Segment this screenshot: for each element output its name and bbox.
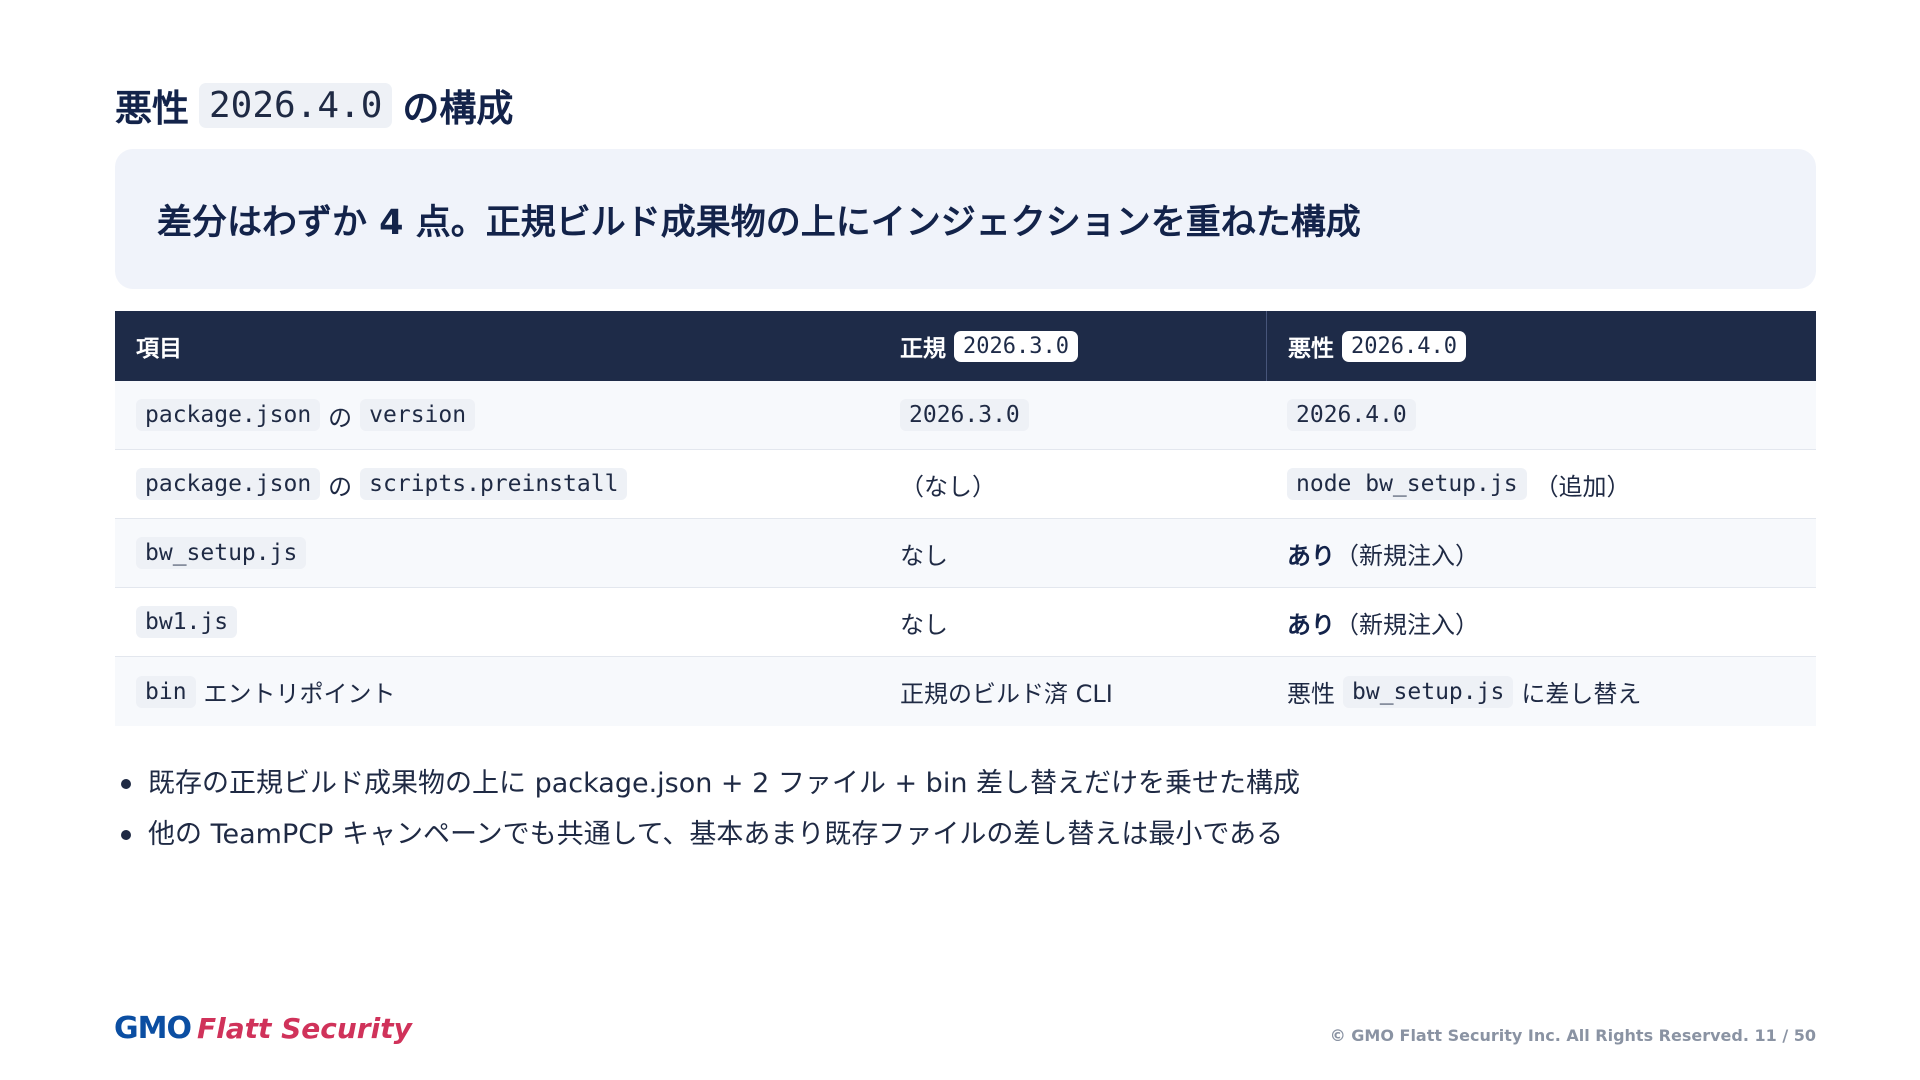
bullet-dot-icon (121, 829, 131, 840)
cell-text: （なし） (900, 472, 996, 501)
cell-legit: なし (900, 588, 1266, 656)
table-header: 項目 正規 2026.3.0 悪性 2026.4.0 (115, 311, 1816, 381)
cell-code: 2026.3.0 (900, 399, 1029, 431)
cell-code: node bw_setup.js (1287, 468, 1527, 500)
cell-malicious: 悪性 bw_setup.js に差し替え (1266, 657, 1816, 726)
cell-legit: （なし） (900, 450, 1266, 518)
cell-text: （新規注入） (1335, 541, 1479, 570)
title-version-code: 2026.4.0 (199, 82, 393, 128)
cell-legit: 2026.3.0 (900, 381, 1266, 449)
bullet-text: 他の TeamPCP キャンペーンでも共通して、基本あまり既存ファイルの差し替え… (148, 819, 1284, 850)
table-row: bw_setup.js なし あり （新規注入） (115, 519, 1816, 588)
cell-code: bw_setup.js (136, 537, 307, 569)
bullet-list: 既存の正規ビルド成果物の上に package.json + 2 ファイル + b… (115, 758, 1300, 860)
cell-legit: 正規のビルド済 CLI (900, 657, 1266, 726)
cell-bold-text: あり (1287, 541, 1335, 570)
cell-text: （新規注入） (1335, 610, 1479, 639)
cell-code: package.json (136, 468, 321, 500)
header-item-label: 項目 (136, 336, 182, 362)
cell-text: の (328, 403, 353, 432)
cell-text: 正規のビルド済 CLI (900, 680, 1113, 708)
cell-malicious: 2026.4.0 (1266, 381, 1816, 449)
list-item: 既存の正規ビルド成果物の上に package.json + 2 ファイル + b… (115, 758, 1300, 809)
header-item: 項目 (115, 311, 900, 381)
cell-code: package.json (136, 399, 321, 431)
table-row: bw1.js なし あり （新規注入） (115, 588, 1816, 657)
cell-code: 2026.4.0 (1287, 399, 1416, 431)
page-title: 悪性 2026.4.0 の構成 (115, 78, 513, 132)
cell-item: bw1.js (115, 588, 900, 656)
summary-callout-text: 差分はわずか 4 点。正規ビルド成果物の上にインジェクションを重ねた構成 (157, 202, 1361, 243)
header-malicious-version: 2026.4.0 (1342, 330, 1466, 362)
logo-gmo: GMO (114, 1011, 192, 1046)
cell-item: bw_setup.js (115, 519, 900, 587)
company-logo: GMO Flatt Security (114, 1011, 412, 1046)
comparison-table: 項目 正規 2026.3.0 悪性 2026.4.0 package.json … (115, 311, 1816, 726)
bullet-dot-icon (121, 778, 131, 789)
list-item: 他の TeamPCP キャンペーンでも共通して、基本あまり既存ファイルの差し替え… (115, 809, 1300, 860)
bullet-text: 既存の正規ビルド成果物の上に package.json + 2 ファイル + b… (148, 768, 1301, 799)
cell-text: 悪性 (1287, 680, 1335, 708)
footer-copyright: © GMO Flatt Security Inc. All Rights Res… (1329, 1026, 1816, 1045)
cell-item: package.json の scripts.preinstall (115, 450, 900, 518)
cell-text: （追加） (1534, 472, 1631, 501)
cell-code: bw1.js (136, 606, 238, 638)
table-row: package.json の version 2026.3.0 2026.4.0 (115, 381, 1816, 450)
cell-item: bin エントリポイント (115, 657, 900, 726)
header-malicious: 悪性 2026.4.0 (1266, 311, 1816, 381)
cell-legit: なし (900, 519, 1266, 587)
cell-malicious: あり （新規注入） (1266, 519, 1816, 587)
logo-brand: Flatt Security (196, 1012, 412, 1045)
table-row: package.json の scripts.preinstall （なし） n… (115, 450, 1816, 519)
cell-item: package.json の version (115, 381, 900, 449)
table-row: bin エントリポイント 正規のビルド済 CLI 悪性 bw_setup.js … (115, 657, 1816, 726)
cell-code: bin (136, 675, 196, 708)
cell-text: の (328, 472, 353, 501)
cell-code: bw_setup.js (1343, 675, 1514, 708)
cell-text: に差し替え (1521, 680, 1642, 708)
summary-callout: 差分はわずか 4 点。正規ビルド成果物の上にインジェクションを重ねた構成 (115, 149, 1816, 289)
cell-text: なし (900, 541, 948, 570)
cell-malicious: node bw_setup.js （追加） (1266, 450, 1816, 518)
table-body: package.json の version 2026.3.0 2026.4.0… (115, 381, 1816, 726)
title-prefix: 悪性 (115, 87, 189, 130)
cell-bold-text: あり (1287, 610, 1335, 639)
cell-text: なし (900, 610, 948, 639)
cell-text: エントリポイント (203, 680, 396, 708)
title-suffix: の構成 (402, 87, 514, 130)
cell-malicious: あり （新規注入） (1266, 588, 1816, 656)
cell-code: scripts.preinstall (360, 468, 628, 500)
header-legit-label: 正規 (900, 336, 946, 362)
header-legit: 正規 2026.3.0 (900, 311, 1266, 381)
header-legit-version: 2026.3.0 (954, 330, 1078, 362)
header-malicious-label: 悪性 (1288, 336, 1334, 362)
cell-code: version (360, 399, 476, 431)
